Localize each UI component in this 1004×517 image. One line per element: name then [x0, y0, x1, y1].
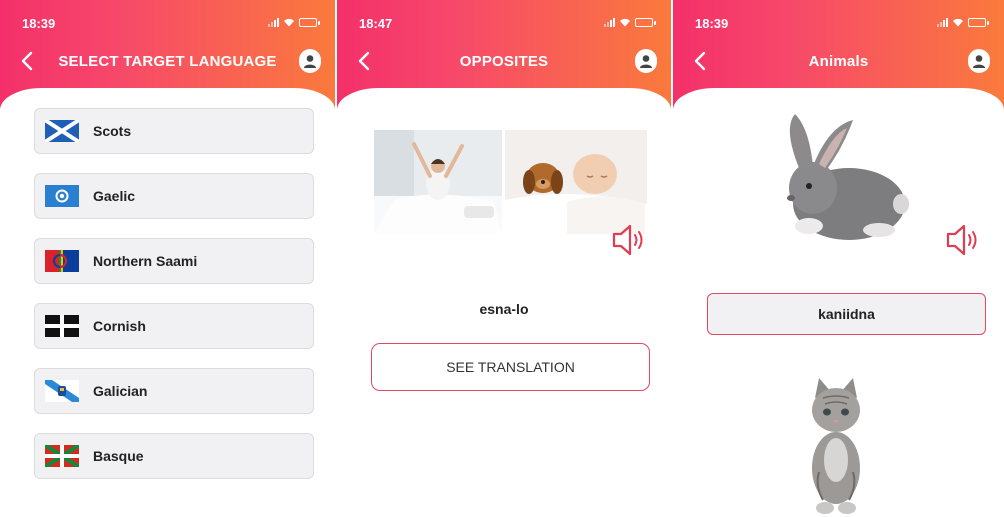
- language-label: Cornish: [93, 318, 146, 334]
- battery-icon: [968, 17, 989, 27]
- status-icons: [937, 17, 989, 27]
- page-title: SELECT TARGET LANGUAGE: [58, 53, 277, 70]
- photo-pair: [374, 130, 647, 234]
- wifi-icon: [283, 17, 295, 27]
- sleeping-baby-puppy-photo: [505, 130, 647, 234]
- speaker-icon: [946, 224, 977, 256]
- speaker-button[interactable]: [611, 224, 649, 261]
- battery-icon: [635, 17, 656, 27]
- foreign-word: esna-lo: [479, 301, 529, 317]
- kitten-photo: [793, 376, 879, 517]
- wifi-icon: [952, 17, 964, 27]
- woman-waking-photo: [374, 130, 502, 234]
- galicia-flag-icon: [45, 380, 79, 402]
- card-content: kaniidna: [673, 88, 1004, 517]
- speaker-icon: [612, 224, 643, 256]
- gaelic-flag-icon: [45, 185, 79, 207]
- card-content: esna-lo SEE TRANSLATION: [337, 88, 671, 517]
- signal-icon: [937, 17, 948, 27]
- status-time: 18:47: [359, 16, 393, 31]
- status-icons: [604, 17, 656, 27]
- select-language-screen: 18:39 SELECT TARGET LANGUAGE Scots Gaeli…: [0, 0, 335, 517]
- language-item-basque[interactable]: Basque: [34, 433, 314, 479]
- cornwall-flag-icon: [45, 315, 79, 337]
- profile-button[interactable]: [635, 49, 657, 73]
- page-title: OPPOSITES: [459, 53, 549, 70]
- language-item-gaelic[interactable]: Gaelic: [34, 173, 314, 219]
- signal-icon: [268, 17, 279, 27]
- profile-button[interactable]: [299, 49, 321, 73]
- language-label: Basque: [93, 448, 144, 464]
- language-item-cornish[interactable]: Cornish: [34, 303, 314, 349]
- speaker-button[interactable]: [945, 224, 983, 261]
- profile-icon: [304, 55, 316, 68]
- saami-flag-icon: [45, 250, 79, 272]
- status-time: 18:39: [695, 16, 729, 31]
- scotland-flag-icon: [45, 120, 79, 142]
- page-title: Animals: [808, 53, 869, 70]
- language-label: Galician: [93, 383, 148, 399]
- language-label: Scots: [93, 123, 132, 139]
- language-item-galician[interactable]: Galician: [34, 368, 314, 414]
- status-time: 18:39: [22, 16, 56, 31]
- wifi-icon: [619, 17, 631, 27]
- language-item-scots[interactable]: Scots: [34, 108, 314, 154]
- battery-icon: [299, 17, 320, 27]
- rabbit-photo: [769, 108, 913, 250]
- animals-screen: 18:39 Animals kaniidna: [673, 0, 1004, 517]
- language-label: Gaelic: [93, 188, 136, 204]
- language-item-northern-saami[interactable]: Northern Saami: [34, 238, 314, 284]
- profile-icon: [973, 55, 985, 68]
- answer-word-box[interactable]: kaniidna: [707, 293, 986, 335]
- signal-icon: [604, 17, 615, 27]
- status-icons: [268, 17, 320, 27]
- language-list: Scots Gaelic Northern Saami Cornish Gali…: [0, 88, 335, 517]
- basque-flag-icon: [45, 445, 79, 467]
- profile-icon: [640, 55, 652, 68]
- profile-button[interactable]: [968, 49, 990, 73]
- language-label: Northern Saami: [93, 253, 198, 269]
- opposites-screen: 18:47 OPPOSITES esna-lo SEE TRANSLATION: [337, 0, 671, 517]
- see-translation-button[interactable]: SEE TRANSLATION: [371, 343, 650, 391]
